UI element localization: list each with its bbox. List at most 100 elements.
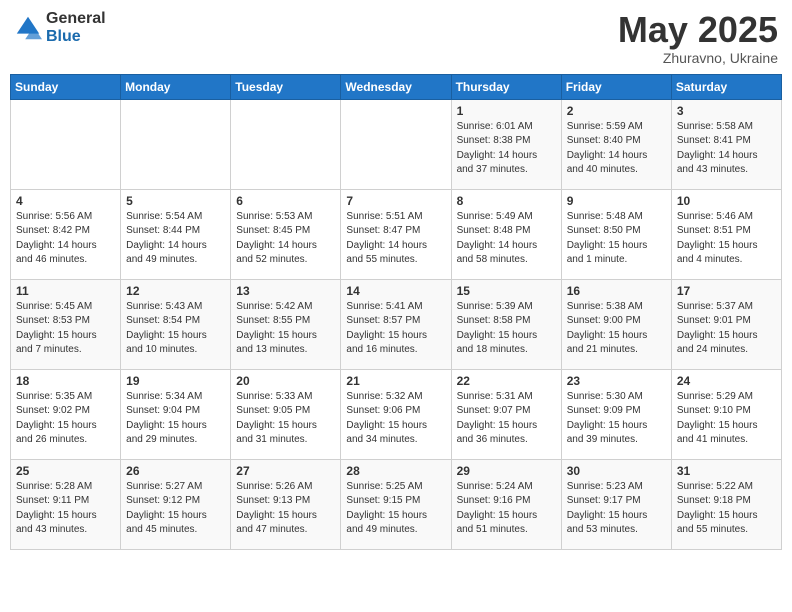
day-cell: 26 Sunrise: 5:27 AM Sunset: 9:12 PM Dayli… xyxy=(121,459,231,549)
calendar-table: SundayMondayTuesdayWednesdayThursdayFrid… xyxy=(10,74,782,550)
day-info: Sunrise: 5:53 AM Sunset: 8:45 PM Dayligh… xyxy=(236,210,335,268)
day-cell: 27 Sunrise: 5:26 AM Sunset: 9:13 PM Dayli… xyxy=(231,459,341,549)
day-number: 7 xyxy=(346,194,445,208)
day-info: Sunrise: 5:23 AM Sunset: 9:17 PM Dayligh… xyxy=(567,480,666,538)
day-cell: 29Sunrise: 5:24 AM Sunset: 9:16 PM Dayli… xyxy=(451,459,561,549)
day-number: 25 xyxy=(16,464,115,478)
day-cell: 8 Sunrise: 5:49 AM Sunset: 8:48 PM Daylig… xyxy=(451,189,561,279)
day-cell: 31 Sunrise: 5:22 AM Sunset: 9:18 PM Dayli… xyxy=(671,459,781,549)
day-number: 9 xyxy=(567,194,666,208)
day-cell: 23 Sunrise: 5:30 AM Sunset: 9:09 PM Dayli… xyxy=(561,369,671,459)
day-info: Sunrise: 5:42 AM Sunset: 8:55 PM Dayligh… xyxy=(236,300,335,358)
day-info: Sunrise: 5:43 AM Sunset: 8:54 PM Dayligh… xyxy=(126,300,225,358)
day-cell: 6Sunrise: 5:53 AM Sunset: 8:45 PM Daylig… xyxy=(231,189,341,279)
header-row: SundayMondayTuesdayWednesdayThursdayFrid… xyxy=(11,74,782,99)
logo-general: General xyxy=(46,10,106,28)
day-info: Sunrise: 5:58 AM Sunset: 8:41 PM Dayligh… xyxy=(677,120,776,178)
day-cell: 18 Sunrise: 5:35 AM Sunset: 9:02 PM Dayli… xyxy=(11,369,121,459)
day-info: Sunrise: 5:33 AM Sunset: 9:05 PM Dayligh… xyxy=(236,390,335,448)
day-number: 24 xyxy=(677,374,776,388)
day-number: 23 xyxy=(567,374,666,388)
day-number: 30 xyxy=(567,464,666,478)
day-cell: 25Sunrise: 5:28 AM Sunset: 9:11 PM Dayli… xyxy=(11,459,121,549)
col-header-wednesday: Wednesday xyxy=(341,74,451,99)
day-info: Sunrise: 5:31 AM Sunset: 9:07 PM Dayligh… xyxy=(457,390,556,448)
day-number: 8 xyxy=(457,194,556,208)
week-row-4: 18 Sunrise: 5:35 AM Sunset: 9:02 PM Dayli… xyxy=(11,369,782,459)
day-cell: 14Sunrise: 5:41 AM Sunset: 8:57 PM Dayli… xyxy=(341,279,451,369)
day-number: 5 xyxy=(126,194,225,208)
day-cell: 13Sunrise: 5:42 AM Sunset: 8:55 PM Dayli… xyxy=(231,279,341,369)
day-cell: 24 Sunrise: 5:29 AM Sunset: 9:10 PM Dayli… xyxy=(671,369,781,459)
title-area: May 2025 Zhuravno, Ukraine xyxy=(618,10,778,66)
day-cell: 21Sunrise: 5:32 AM Sunset: 9:06 PM Dayli… xyxy=(341,369,451,459)
month-title: May 2025 xyxy=(618,10,778,50)
day-info: Sunrise: 5:51 AM Sunset: 8:47 PM Dayligh… xyxy=(346,210,445,268)
day-cell: 17 Sunrise: 5:37 AM Sunset: 9:01 PM Dayli… xyxy=(671,279,781,369)
day-cell: 5Sunrise: 5:54 AM Sunset: 8:44 PM Daylig… xyxy=(121,189,231,279)
day-info: Sunrise: 5:35 AM Sunset: 9:02 PM Dayligh… xyxy=(16,390,115,448)
day-info: Sunrise: 5:22 AM Sunset: 9:18 PM Dayligh… xyxy=(677,480,776,538)
day-number: 11 xyxy=(16,284,115,298)
day-number: 18 xyxy=(16,374,115,388)
day-number: 1 xyxy=(457,104,556,118)
day-number: 17 xyxy=(677,284,776,298)
day-cell: 4 Sunrise: 5:56 AM Sunset: 8:42 PM Daylig… xyxy=(11,189,121,279)
day-info: Sunrise: 5:29 AM Sunset: 9:10 PM Dayligh… xyxy=(677,390,776,448)
day-cell: 22 Sunrise: 5:31 AM Sunset: 9:07 PM Dayli… xyxy=(451,369,561,459)
col-header-monday: Monday xyxy=(121,74,231,99)
col-header-friday: Friday xyxy=(561,74,671,99)
day-info: Sunrise: 5:56 AM Sunset: 8:42 PM Dayligh… xyxy=(16,210,115,268)
day-number: 31 xyxy=(677,464,776,478)
day-info: Sunrise: 5:37 AM Sunset: 9:01 PM Dayligh… xyxy=(677,300,776,358)
logo-text: General Blue xyxy=(46,10,106,45)
day-cell: 7 Sunrise: 5:51 AM Sunset: 8:47 PM Daylig… xyxy=(341,189,451,279)
day-cell: 19 Sunrise: 5:34 AM Sunset: 9:04 PM Dayli… xyxy=(121,369,231,459)
day-info: Sunrise: 5:25 AM Sunset: 9:15 PM Dayligh… xyxy=(346,480,445,538)
logo-blue: Blue xyxy=(46,28,106,46)
day-info: Sunrise: 5:39 AM Sunset: 8:58 PM Dayligh… xyxy=(457,300,556,358)
week-row-5: 25Sunrise: 5:28 AM Sunset: 9:11 PM Dayli… xyxy=(11,459,782,549)
day-cell: 10Sunrise: 5:46 AM Sunset: 8:51 PM Dayli… xyxy=(671,189,781,279)
col-header-tuesday: Tuesday xyxy=(231,74,341,99)
day-number: 2 xyxy=(567,104,666,118)
day-info: Sunrise: 5:49 AM Sunset: 8:48 PM Dayligh… xyxy=(457,210,556,268)
day-cell xyxy=(231,99,341,189)
day-info: Sunrise: 5:26 AM Sunset: 9:13 PM Dayligh… xyxy=(236,480,335,538)
col-header-thursday: Thursday xyxy=(451,74,561,99)
day-number: 21 xyxy=(346,374,445,388)
day-number: 16 xyxy=(567,284,666,298)
day-info: Sunrise: 5:34 AM Sunset: 9:04 PM Dayligh… xyxy=(126,390,225,448)
location: Zhuravno, Ukraine xyxy=(618,50,778,66)
day-cell: 28 Sunrise: 5:25 AM Sunset: 9:15 PM Dayli… xyxy=(341,459,451,549)
day-cell: 30 Sunrise: 5:23 AM Sunset: 9:17 PM Dayli… xyxy=(561,459,671,549)
day-cell xyxy=(121,99,231,189)
day-info: Sunrise: 5:59 AM Sunset: 8:40 PM Dayligh… xyxy=(567,120,666,178)
day-info: Sunrise: 6:01 AM Sunset: 8:38 PM Dayligh… xyxy=(457,120,556,178)
day-cell: 9 Sunrise: 5:48 AM Sunset: 8:50 PM Daylig… xyxy=(561,189,671,279)
header: General Blue May 2025 Zhuravno, Ukraine xyxy=(10,10,782,66)
day-info: Sunrise: 5:41 AM Sunset: 8:57 PM Dayligh… xyxy=(346,300,445,358)
day-info: Sunrise: 5:48 AM Sunset: 8:50 PM Dayligh… xyxy=(567,210,666,268)
day-cell: 3Sunrise: 5:58 AM Sunset: 8:41 PM Daylig… xyxy=(671,99,781,189)
day-cell: 11Sunrise: 5:45 AM Sunset: 8:53 PM Dayli… xyxy=(11,279,121,369)
day-info: Sunrise: 5:24 AM Sunset: 9:16 PM Dayligh… xyxy=(457,480,556,538)
day-number: 19 xyxy=(126,374,225,388)
day-cell: 20 Sunrise: 5:33 AM Sunset: 9:05 PM Dayli… xyxy=(231,369,341,459)
day-number: 12 xyxy=(126,284,225,298)
week-row-1: 1 Sunrise: 6:01 AM Sunset: 8:38 PM Daylig… xyxy=(11,99,782,189)
week-row-2: 4 Sunrise: 5:56 AM Sunset: 8:42 PM Daylig… xyxy=(11,189,782,279)
col-header-saturday: Saturday xyxy=(671,74,781,99)
day-number: 28 xyxy=(346,464,445,478)
day-number: 26 xyxy=(126,464,225,478)
day-number: 22 xyxy=(457,374,556,388)
day-number: 15 xyxy=(457,284,556,298)
day-number: 4 xyxy=(16,194,115,208)
day-info: Sunrise: 5:30 AM Sunset: 9:09 PM Dayligh… xyxy=(567,390,666,448)
day-cell xyxy=(341,99,451,189)
day-number: 27 xyxy=(236,464,335,478)
day-cell xyxy=(11,99,121,189)
day-info: Sunrise: 5:27 AM Sunset: 9:12 PM Dayligh… xyxy=(126,480,225,538)
day-number: 20 xyxy=(236,374,335,388)
day-info: Sunrise: 5:46 AM Sunset: 8:51 PM Dayligh… xyxy=(677,210,776,268)
